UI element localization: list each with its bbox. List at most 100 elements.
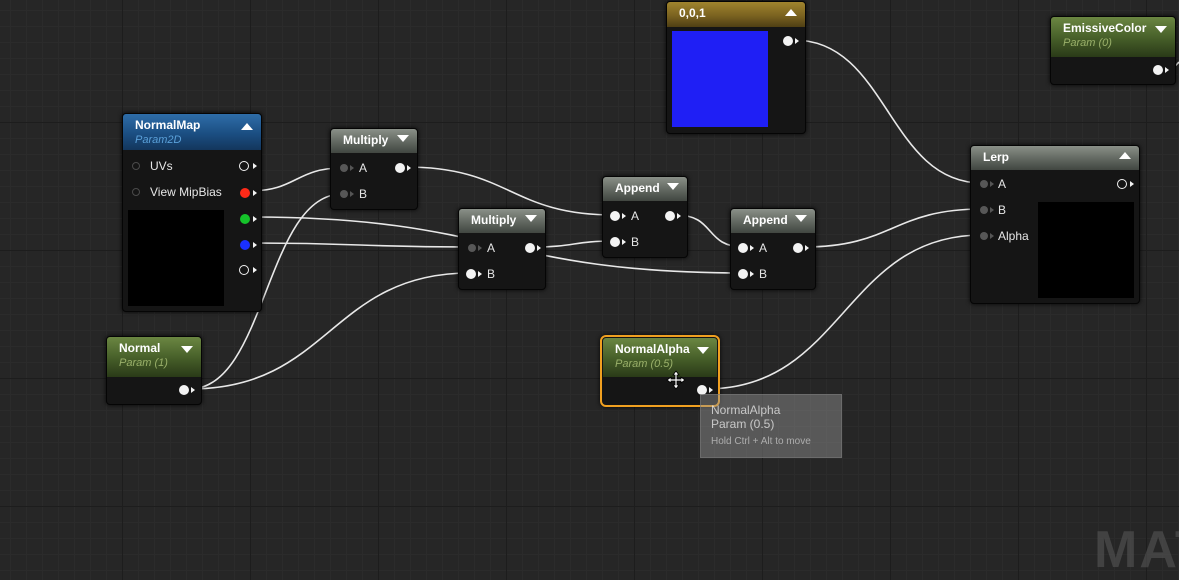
pin-arrow-icon bbox=[253, 242, 257, 248]
output-pin[interactable] bbox=[665, 211, 675, 221]
node-lerp[interactable]: Lerp A B Alpha bbox=[970, 145, 1140, 304]
output-pin[interactable] bbox=[1117, 179, 1127, 189]
collapse-arrow-icon[interactable] bbox=[1119, 152, 1131, 159]
output-pin[interactable] bbox=[793, 243, 803, 253]
node-header[interactable]: Append bbox=[731, 209, 815, 233]
collapse-arrow-icon[interactable] bbox=[785, 9, 797, 16]
collapse-arrow-icon[interactable] bbox=[181, 346, 193, 353]
pin-arrow-icon bbox=[191, 387, 195, 393]
input-pin-b[interactable] bbox=[610, 237, 620, 247]
pin-arrow-icon bbox=[407, 165, 411, 171]
collapse-arrow-icon[interactable] bbox=[241, 123, 253, 130]
input-pin-b[interactable] bbox=[738, 269, 748, 279]
output-pin[interactable] bbox=[525, 243, 535, 253]
node-multiply-1[interactable]: Multiply A B bbox=[330, 128, 418, 210]
pin-arrow-icon bbox=[990, 207, 994, 213]
node-header[interactable]: NormalMap Param2D bbox=[123, 114, 261, 150]
input-pin-view-mipbias[interactable] bbox=[132, 188, 140, 196]
node-header[interactable]: 0,0,1 bbox=[667, 2, 805, 27]
output-pin-a[interactable] bbox=[239, 265, 249, 275]
pin-arrow-icon bbox=[253, 267, 257, 273]
pin-arrow-icon bbox=[478, 245, 482, 251]
node-title: Lerp bbox=[983, 150, 1010, 164]
tooltip-hint: Hold Ctrl + Alt to move bbox=[711, 436, 811, 447]
wire-constant-to-lerp-a[interactable] bbox=[793, 39, 983, 184]
collapse-arrow-icon[interactable] bbox=[697, 347, 709, 354]
output-pin-g[interactable] bbox=[240, 214, 250, 224]
node-append-2[interactable]: Append A B bbox=[730, 208, 816, 290]
node-header[interactable]: Normal Param (1) bbox=[107, 337, 201, 377]
input-pin-alpha[interactable] bbox=[980, 232, 988, 240]
collapse-arrow-icon[interactable] bbox=[525, 215, 537, 222]
wire-append2-to-lerp-b[interactable] bbox=[803, 208, 983, 248]
input-pin-a[interactable] bbox=[980, 180, 988, 188]
pin-arrow-icon bbox=[350, 165, 354, 171]
watermark-text: MAT bbox=[1094, 521, 1179, 579]
input-pin-uvs[interactable] bbox=[132, 162, 140, 170]
node-title: Multiply bbox=[471, 213, 517, 227]
input-pin-a[interactable] bbox=[738, 243, 748, 253]
pin-arrow-icon bbox=[1130, 181, 1134, 187]
pin-arrow-icon bbox=[1165, 67, 1169, 73]
node-normal[interactable]: Normal Param (1) bbox=[106, 336, 202, 405]
pin-arrow-icon bbox=[750, 245, 754, 251]
node-constant-vector[interactable]: 0,0,1 bbox=[666, 1, 806, 134]
pin-arrow-icon bbox=[750, 271, 754, 277]
pin-label-a: A bbox=[998, 177, 1007, 191]
tooltip-param: Param (0.5) bbox=[711, 417, 775, 431]
node-append-1[interactable]: Append A B bbox=[602, 176, 688, 258]
output-preview bbox=[1038, 202, 1134, 298]
pin-arrow-icon bbox=[622, 213, 626, 219]
pin-label-b: B bbox=[487, 267, 496, 281]
collapse-arrow-icon[interactable] bbox=[397, 135, 409, 142]
output-pin[interactable] bbox=[783, 36, 793, 46]
node-multiply-2[interactable]: Multiply A B bbox=[458, 208, 546, 290]
node-header[interactable]: Append bbox=[603, 177, 687, 201]
pin-arrow-icon bbox=[990, 181, 994, 187]
node-normalmap[interactable]: NormalMap Param2D UVs View MipBias bbox=[122, 113, 262, 312]
pin-arrow-icon bbox=[253, 190, 257, 196]
pin-arrow-icon bbox=[795, 38, 799, 44]
wire-r-to-multiply1-a[interactable] bbox=[249, 167, 343, 192]
input-pin-b[interactable] bbox=[466, 269, 476, 279]
node-title: 0,0,1 bbox=[679, 6, 706, 20]
move-cursor-icon bbox=[666, 370, 686, 390]
output-pin-rgb[interactable] bbox=[239, 161, 249, 171]
output-pin-b[interactable] bbox=[240, 240, 250, 250]
pin-label-b: B bbox=[359, 187, 368, 201]
node-emissive-color[interactable]: EmissiveColor Param (0) bbox=[1050, 16, 1176, 85]
pin-arrow-icon bbox=[478, 271, 482, 277]
input-pin-a[interactable] bbox=[468, 244, 476, 252]
input-pin-b[interactable] bbox=[340, 190, 348, 198]
pin-label-a: A bbox=[359, 161, 368, 175]
pin-label-a: A bbox=[487, 241, 496, 255]
node-subtitle: Param2D bbox=[135, 134, 182, 146]
pin-label-uvs: UVs bbox=[150, 159, 173, 173]
output-pin-r[interactable] bbox=[240, 188, 250, 198]
pin-label-alpha: Alpha bbox=[998, 229, 1029, 243]
output-pin[interactable] bbox=[1153, 65, 1163, 75]
pin-label-b: B bbox=[631, 235, 640, 249]
node-header[interactable]: NormalAlpha Param (0.5) bbox=[603, 338, 717, 377]
node-title: Append bbox=[743, 213, 788, 227]
input-pin-a[interactable] bbox=[340, 164, 348, 172]
texture-preview bbox=[128, 210, 224, 306]
pin-arrow-icon bbox=[677, 213, 681, 219]
output-pin[interactable] bbox=[179, 385, 189, 395]
node-header[interactable]: EmissiveColor Param (0) bbox=[1051, 17, 1175, 57]
node-title: Normal bbox=[119, 341, 161, 355]
pin-arrow-icon bbox=[350, 191, 354, 197]
collapse-arrow-icon[interactable] bbox=[667, 183, 679, 190]
collapse-arrow-icon[interactable] bbox=[1155, 26, 1167, 33]
pin-label-a: A bbox=[759, 241, 768, 255]
collapse-arrow-icon[interactable] bbox=[795, 215, 807, 222]
node-header[interactable]: Multiply bbox=[331, 129, 417, 153]
node-header[interactable]: Multiply bbox=[459, 209, 545, 233]
input-pin-b[interactable] bbox=[980, 206, 988, 214]
output-pin[interactable] bbox=[395, 163, 405, 173]
input-pin-a[interactable] bbox=[610, 211, 620, 221]
tooltip-name: NormalAlpha bbox=[711, 403, 781, 417]
node-header[interactable]: Lerp bbox=[971, 146, 1139, 170]
pin-arrow-icon bbox=[537, 245, 541, 251]
wire-b-to-multiply2-a[interactable] bbox=[249, 242, 471, 248]
